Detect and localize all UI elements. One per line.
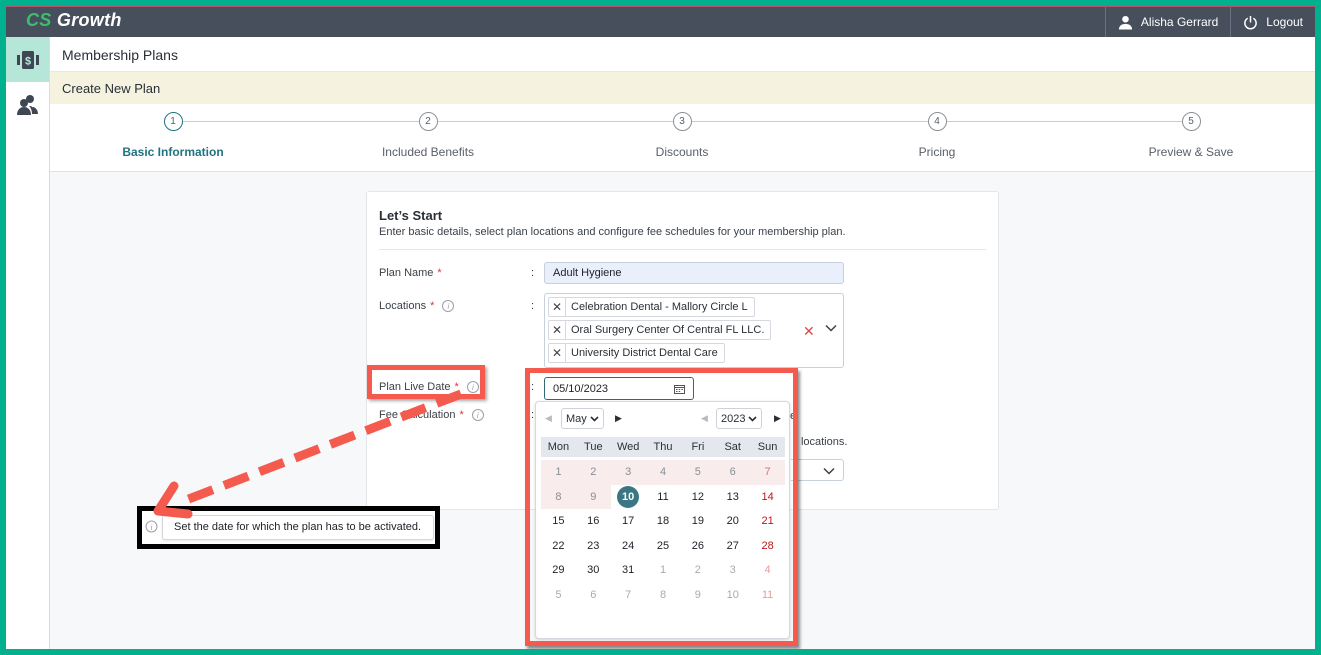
svg-text:$: $	[24, 55, 30, 67]
tooltip-text: Set the date for which the plan has to b…	[162, 515, 434, 540]
obscured-text: ll locations.	[793, 436, 848, 448]
tooltip-callout: i Set the date for which the plan has to…	[137, 506, 440, 549]
power-icon	[1244, 15, 1258, 29]
colon: :	[531, 300, 535, 312]
step-number: 4	[927, 112, 947, 131]
fee-schedule-select[interactable]	[791, 459, 844, 481]
step-pricing[interactable]: 4 Pricing	[837, 104, 1037, 159]
plan-name-input[interactable]: Adult Hygiene	[544, 262, 844, 284]
users-icon	[16, 94, 38, 115]
colon: :	[531, 267, 535, 279]
step-label: Discounts	[655, 145, 709, 159]
step-number: 2	[418, 112, 438, 131]
top-bar: CS Growth Alisha Gerrard Logout	[6, 6, 1315, 37]
step-basic-information[interactable]: 1 Basic Information	[73, 104, 273, 159]
logo[interactable]: CS Growth	[26, 10, 122, 31]
card-description: Enter basic details, select plan locatio…	[379, 226, 846, 238]
step-number: 1	[163, 112, 183, 131]
svg-text:i: i	[150, 523, 152, 532]
highlight-box-plan-live-date	[367, 365, 485, 399]
step-number: 5	[1181, 112, 1201, 131]
location-tag: ✕ University District Dental Care	[548, 343, 725, 363]
step-label: Basic Information	[122, 145, 224, 159]
location-tag: ✕ Oral Surgery Center Of Central FL LLC.	[548, 320, 772, 340]
user-menu-button[interactable]: Alisha Gerrard	[1104, 7, 1230, 37]
chevron-down-icon	[823, 467, 835, 475]
info-icon[interactable]: i	[471, 409, 484, 421]
step-included-benefits[interactable]: 2 Included Benefits	[328, 104, 528, 159]
sidebar-item-patients[interactable]	[6, 82, 49, 127]
user-area: Alisha Gerrard Logout	[1104, 7, 1315, 37]
sidebar: $	[6, 37, 50, 649]
highlight-box-calendar	[525, 368, 798, 646]
location-tag: ✕ Celebration Dental - Mallory Circle L	[548, 297, 755, 317]
dollar-card-icon: $	[16, 50, 39, 69]
remove-tag-icon[interactable]: ✕	[549, 344, 566, 362]
user-name: Alisha Gerrard	[1140, 15, 1219, 29]
sidebar-item-membership-plans[interactable]: $	[6, 37, 49, 82]
step-label: Pricing	[918, 145, 956, 159]
section-title: Create New Plan	[50, 72, 1315, 104]
card-title: Let’s Start	[379, 208, 443, 223]
info-icon: i	[145, 520, 158, 533]
locations-label: Locations * i	[379, 300, 455, 312]
info-icon[interactable]: i	[442, 300, 455, 312]
fee-calculation-label: Fee Calculation * i	[379, 409, 484, 421]
remove-tag-icon[interactable]: ✕	[549, 298, 566, 316]
user-icon	[1118, 15, 1132, 30]
remove-tag-icon[interactable]: ✕	[549, 321, 566, 339]
step-preview-save[interactable]: 5 Preview & Save	[1091, 104, 1291, 159]
locations-multiselect[interactable]: ✕ Celebration Dental - Mallory Circle L …	[544, 293, 844, 368]
step-label: Preview & Save	[1148, 145, 1234, 159]
plan-name-label: Plan Name *	[379, 267, 442, 279]
app-frame: CS Growth Alisha Gerrard Logout $ Member…	[6, 6, 1315, 649]
logout-label: Logout	[1266, 15, 1303, 29]
step-discounts[interactable]: 3 Discounts	[582, 104, 782, 159]
stepper: 1 Basic Information 2 Included Benefits …	[50, 104, 1315, 172]
step-number: 3	[672, 112, 692, 131]
divider	[379, 249, 986, 250]
page-title: Membership Plans	[50, 37, 1315, 72]
logout-button[interactable]: Logout	[1230, 7, 1315, 37]
step-label: Included Benefits	[381, 145, 475, 159]
chevron-down-icon[interactable]	[825, 324, 837, 332]
clear-all-icon[interactable]: ✕	[803, 323, 815, 340]
